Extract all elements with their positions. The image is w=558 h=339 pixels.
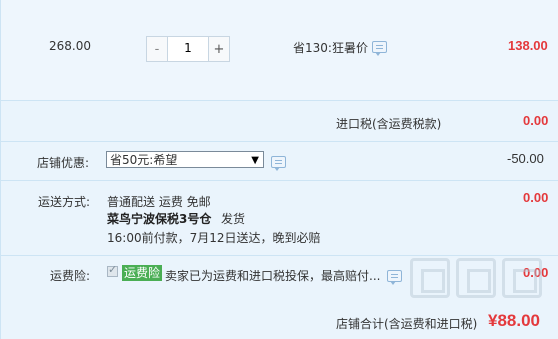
chat-icon[interactable]	[271, 156, 286, 171]
unit-price: 268.00	[49, 39, 91, 53]
dropdown-arrow-icon: ▼	[251, 155, 259, 166]
quantity-increase-button[interactable]: +	[208, 37, 229, 61]
import-tax-value: 0.00	[523, 113, 549, 128]
freight-insurance-label: 运费险:	[50, 269, 91, 283]
shipping-dispatch: 发货	[221, 212, 246, 226]
shipping-warehouse: 菜鸟宁波保税3号仓	[107, 212, 212, 226]
shipping-value: 0.00	[523, 190, 549, 205]
freight-insurance-desc: 卖家已为运费和进口税投保，最高赔付...	[165, 269, 381, 283]
divider	[0, 141, 558, 142]
store-discount-select[interactable]: 省50元:希望 ▼	[106, 151, 264, 168]
store-discount-selected: 省50元:希望	[110, 153, 178, 167]
import-tax-label: 进口税(含运费税款)	[336, 117, 442, 131]
store-discount-label: 店铺优惠:	[37, 156, 90, 170]
divider	[0, 255, 558, 256]
store-total-value: ¥88.00	[488, 311, 540, 330]
chat-icon[interactable]	[372, 41, 387, 56]
freight-insurance-badge: 运费险	[122, 265, 163, 281]
shipping-label: 运送方式:	[38, 195, 91, 209]
store-total-label: 店铺合计(含运费和进口税)	[336, 317, 478, 331]
divider	[0, 100, 558, 101]
quantity-decrease-button[interactable]: -	[147, 37, 168, 61]
item-subtotal: 138.00	[508, 38, 548, 53]
divider	[0, 180, 558, 181]
watermark-logo	[410, 258, 542, 298]
promo-label: 省130:狂暑价	[293, 41, 368, 55]
chat-icon[interactable]	[387, 270, 402, 285]
quantity-input[interactable]	[168, 37, 208, 59]
quantity-stepper[interactable]: - +	[146, 36, 230, 62]
store-discount-value: -50.00	[507, 151, 544, 166]
check-icon: ✓	[108, 263, 118, 276]
shipping-eta: 16:00前付款，7月12日送达，晚到必赔	[107, 231, 321, 245]
left-border	[0, 0, 1, 339]
freight-insurance-checkbox[interactable]: ✓	[107, 263, 118, 277]
shipping-method: 普通配送 运费 免邮	[107, 195, 211, 209]
